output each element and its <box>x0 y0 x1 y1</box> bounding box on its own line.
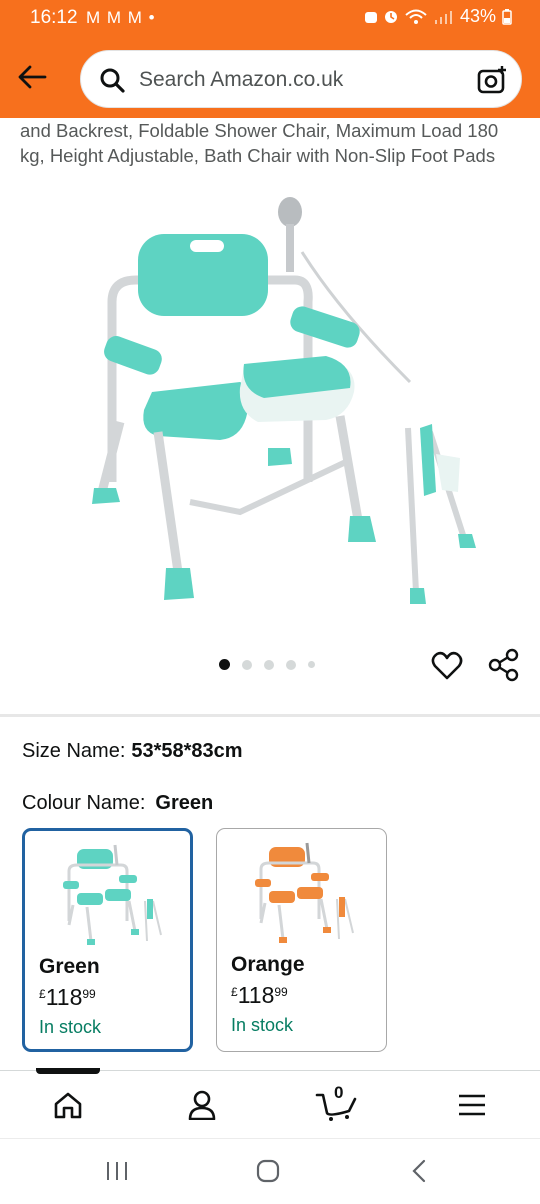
status-right: 43% <box>364 6 512 27</box>
carousel-dot[interactable] <box>219 659 230 670</box>
battery-percent: 43% <box>459 6 496 26</box>
price-whole: 118 <box>237 982 275 1008</box>
nav-cart[interactable]: 0 <box>314 1083 360 1123</box>
nav-menu[interactable] <box>452 1087 492 1123</box>
back-button[interactable] <box>14 62 50 92</box>
share-icon[interactable] <box>488 648 520 682</box>
option-price: £11899 <box>39 984 96 1011</box>
option-name: Green <box>39 955 100 978</box>
account-icon <box>188 1090 216 1120</box>
signal-icon <box>434 10 452 24</box>
section-divider <box>0 714 540 717</box>
clock-icon <box>384 10 397 23</box>
size-label: Size Name: <box>22 740 126 762</box>
search-bar[interactable]: Search Amazon.co.uk <box>80 50 522 108</box>
heart-icon[interactable] <box>431 650 463 682</box>
product-title[interactable]: and Backrest, Foldable Shower Chair, Max… <box>20 118 520 168</box>
cart-count: 0 <box>334 1083 344 1102</box>
carousel-dot[interactable] <box>286 659 296 670</box>
notification-icons: M M M • <box>86 8 156 27</box>
carousel-dot[interactable] <box>264 659 274 670</box>
colour-option-green[interactable]: Green £11899 In stock <box>22 828 193 1052</box>
nav-home[interactable] <box>48 1087 88 1123</box>
app-header: Search Amazon.co.uk <box>0 36 540 118</box>
price-currency: £ <box>231 985 238 999</box>
back-arrow-icon <box>18 65 47 89</box>
price-whole: 118 <box>45 984 83 1010</box>
colour-row: Colour Name: Green <box>22 792 213 815</box>
availability-text: In stock <box>231 1015 294 1035</box>
image-carousel-dots <box>219 659 315 670</box>
status-bar: 16:12 M M M • 43% <box>0 0 540 36</box>
camera-search-icon[interactable] <box>477 65 507 95</box>
price-currency: £ <box>39 987 46 1001</box>
availability-text: In stock <box>39 1017 102 1037</box>
search-input[interactable]: Search Amazon.co.uk <box>139 68 343 92</box>
option-name: Orange <box>231 953 305 976</box>
menu-icon <box>459 1094 485 1116</box>
colour-option-orange[interactable]: Orange £11899 In stock <box>216 828 387 1052</box>
home-button-icon[interactable] <box>256 1159 280 1183</box>
alarm-icon <box>364 11 377 23</box>
status-time: 16:12 <box>30 7 78 28</box>
swatch-thumbnail <box>255 842 354 943</box>
home-icon <box>54 1092 82 1119</box>
system-back-icon[interactable] <box>408 1159 430 1183</box>
size-value: 53*58*83cm <box>131 740 243 762</box>
size-row: Size Name: 53*58*83cm <box>22 740 243 763</box>
colour-label: Colour Name: <box>22 792 146 814</box>
colour-value: Green <box>155 792 214 814</box>
active-tab-indicator <box>36 1068 100 1074</box>
carousel-dot[interactable] <box>242 659 252 670</box>
swatch-thumbnail <box>63 844 162 945</box>
price-fraction: 99 <box>82 987 96 1001</box>
option-price: £11899 <box>231 982 288 1009</box>
wifi-icon <box>405 9 427 24</box>
price-fraction: 99 <box>274 985 288 999</box>
system-navigation-bar <box>0 1138 540 1204</box>
recent-apps-icon[interactable] <box>104 1159 130 1183</box>
product-image[interactable] <box>40 192 500 622</box>
search-icon <box>100 68 125 93</box>
nav-account[interactable] <box>182 1087 222 1123</box>
battery-icon <box>502 8 512 25</box>
carousel-dot[interactable] <box>308 661 315 668</box>
bottom-navigation: 0 <box>0 1070 540 1138</box>
